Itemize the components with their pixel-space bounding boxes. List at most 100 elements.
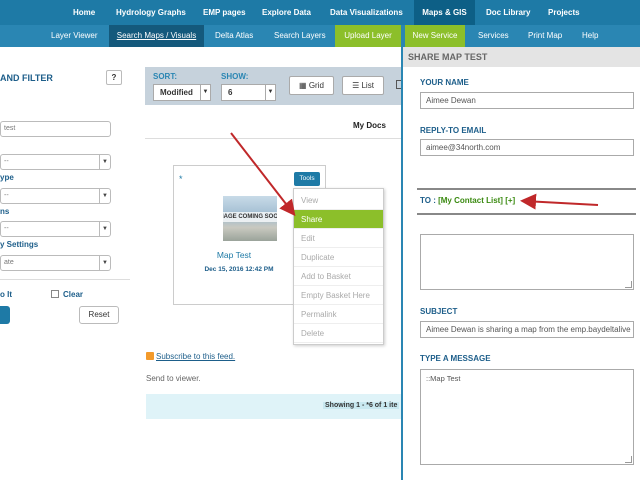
list-view-button[interactable]: ☰ List bbox=[342, 76, 384, 95]
sub-nav-delta-atlas[interactable]: Delta Atlas bbox=[215, 25, 253, 47]
reply-to-email-field[interactable]: aimee@34north.com bbox=[420, 139, 634, 156]
your-name-field[interactable]: Aimee Dewan bbox=[420, 92, 634, 109]
filter-label-ns: ns bbox=[0, 207, 10, 216]
top-nav-data-visualizations[interactable]: Data Visualizations bbox=[330, 0, 403, 25]
to-section-bottom-rule bbox=[417, 213, 636, 215]
show-select-value: 6 bbox=[228, 88, 233, 97]
sort-select[interactable]: Modified ▼ bbox=[153, 84, 211, 101]
filter-select-4[interactable]: ate ▼ bbox=[0, 255, 111, 271]
show-select[interactable]: 6 ▼ bbox=[221, 84, 276, 101]
showing-count: Showing 1 - *6 of 1 ite bbox=[323, 402, 400, 409]
sort-select-value: Modified bbox=[160, 88, 193, 97]
grid-icon: ▦ bbox=[299, 81, 307, 90]
filter-title: AND FILTER bbox=[0, 73, 53, 83]
filter-to-it-label: o It bbox=[0, 290, 12, 299]
filter-select-2[interactable]: -- ▼ bbox=[0, 188, 111, 204]
sub-nav-services[interactable]: Services bbox=[478, 25, 509, 47]
recipients-textarea[interactable] bbox=[420, 234, 634, 290]
menu-item-share[interactable]: Share bbox=[294, 210, 383, 229]
my-docs-tab[interactable]: My Docs bbox=[353, 121, 386, 130]
chevron-down-icon: ▼ bbox=[200, 85, 210, 100]
filter-panel: AND FILTER ? test -- ▼ ype -- ▼ ns -- ▼ … bbox=[0, 47, 130, 480]
map-title-link[interactable]: Map Test bbox=[174, 250, 294, 260]
search-input[interactable]: test bbox=[0, 121, 111, 137]
menu-item-duplicate[interactable]: Duplicate bbox=[294, 248, 383, 267]
clear-checkbox[interactable] bbox=[51, 290, 59, 298]
menu-item-empty-basket[interactable]: Empty Basket Here bbox=[294, 286, 383, 305]
list-icon: ☰ bbox=[352, 81, 360, 90]
results-toolbar: SORT: Modified ▼ SHOW: 6 ▼ ▦ Grid ☰ List bbox=[145, 67, 402, 105]
top-nav-hydrology-graphs[interactable]: Hydrology Graphs bbox=[116, 0, 186, 25]
filter-select-2-value: -- bbox=[4, 192, 9, 199]
menu-item-add-to-basket[interactable]: Add to Basket bbox=[294, 267, 383, 286]
top-nav-explore-data[interactable]: Explore Data bbox=[262, 0, 311, 25]
sort-label: SORT: bbox=[153, 72, 177, 81]
grid-label: Grid bbox=[308, 81, 324, 90]
message-textarea[interactable]: ::Map Test bbox=[420, 369, 634, 465]
send-to-viewer-link[interactable]: Send to viewer. bbox=[146, 374, 201, 383]
sub-nav: Layer Viewer Search Maps / Visuals Delta… bbox=[0, 25, 640, 47]
to-section-top-rule bbox=[417, 188, 636, 190]
subscribe-label: Subscribe to this feed. bbox=[156, 352, 236, 361]
filter-select-3[interactable]: -- ▼ bbox=[0, 221, 111, 237]
thumbnail-placeholder-text: IMAGE COMING SOON bbox=[223, 212, 277, 222]
sub-nav-upload-layer[interactable]: Upload Layer bbox=[335, 25, 401, 47]
map-thumbnail[interactable]: IMAGE COMING SOON bbox=[223, 196, 277, 241]
menu-item-view[interactable]: View bbox=[294, 191, 383, 210]
clear-label[interactable]: Clear bbox=[63, 290, 83, 299]
help-button[interactable]: ? bbox=[106, 70, 122, 85]
menu-item-edit[interactable]: Edit bbox=[294, 229, 383, 248]
pagination-bar: Showing 1 - *6 of 1 ite bbox=[146, 394, 401, 419]
tools-button[interactable]: Tools bbox=[294, 172, 320, 186]
share-panel-title: SHARE MAP TEST bbox=[403, 47, 640, 67]
subject-label: SUBJECT bbox=[420, 307, 458, 316]
sub-nav-print-map[interactable]: Print Map bbox=[528, 25, 562, 47]
chevron-down-icon: ▼ bbox=[99, 222, 110, 236]
add-recipient-link[interactable]: [+] bbox=[505, 196, 515, 205]
chevron-down-icon: ▼ bbox=[265, 85, 275, 100]
sub-nav-help[interactable]: Help bbox=[582, 25, 598, 47]
top-nav-maps-gis[interactable]: Maps & GIS bbox=[414, 0, 475, 25]
star-icon[interactable]: * bbox=[179, 174, 183, 184]
filter-select-3-value: -- bbox=[4, 225, 9, 232]
filter-select-4-value: ate bbox=[4, 259, 14, 266]
message-label: TYPE A MESSAGE bbox=[420, 354, 491, 363]
your-name-label: YOUR NAME bbox=[420, 78, 469, 87]
filter-select-1[interactable]: -- ▼ bbox=[0, 154, 111, 170]
filter-label-type: ype bbox=[0, 173, 14, 182]
message-value: ::Map Test bbox=[426, 374, 461, 383]
results-panel: SORT: Modified ▼ SHOW: 6 ▼ ▦ Grid ☰ List… bbox=[145, 67, 402, 480]
rss-icon bbox=[146, 352, 154, 360]
to-prefix: TO : bbox=[420, 196, 439, 205]
share-panel: SHARE MAP TEST YOUR NAME Aimee Dewan REP… bbox=[403, 47, 640, 480]
resize-grip-icon[interactable] bbox=[625, 456, 632, 463]
chevron-down-icon: ▼ bbox=[99, 256, 110, 270]
resize-grip-icon[interactable] bbox=[625, 281, 632, 288]
top-nav-projects[interactable]: Projects bbox=[548, 0, 580, 25]
sub-nav-search-layers[interactable]: Search Layers bbox=[274, 25, 326, 47]
top-nav-doc-library[interactable]: Doc Library bbox=[486, 0, 530, 25]
sub-nav-layer-viewer[interactable]: Layer Viewer bbox=[51, 25, 98, 47]
chevron-down-icon: ▼ bbox=[99, 155, 110, 169]
menu-item-permalink[interactable]: Permalink bbox=[294, 305, 383, 324]
map-date: Dec 15, 2016 12:42 PM bbox=[204, 266, 274, 273]
my-contact-list-link[interactable]: [My Contact List] bbox=[438, 196, 503, 205]
to-recipients-line: TO : [My Contact List] [+] bbox=[420, 196, 515, 205]
tools-menu: View Share Edit Duplicate Add to Basket … bbox=[293, 188, 384, 345]
filter-select-1-value: -- bbox=[4, 158, 9, 165]
chevron-down-icon: ▼ bbox=[99, 189, 110, 203]
reset-button[interactable]: Reset bbox=[79, 306, 119, 324]
subscribe-link[interactable]: Subscribe to this feed. bbox=[146, 352, 235, 361]
top-nav-home[interactable]: Home bbox=[73, 0, 95, 25]
show-label: SHOW: bbox=[221, 72, 249, 81]
apply-filter-button[interactable] bbox=[0, 306, 10, 324]
sub-nav-new-service[interactable]: New Service bbox=[405, 25, 465, 47]
grid-view-button[interactable]: ▦ Grid bbox=[289, 76, 334, 95]
sub-nav-search-maps[interactable]: Search Maps / Visuals bbox=[109, 25, 204, 47]
top-nav-emp-pages[interactable]: EMP pages bbox=[203, 0, 246, 25]
filter-divider bbox=[0, 279, 130, 280]
top-nav: Home Hydrology Graphs EMP pages Explore … bbox=[0, 0, 640, 25]
subject-field[interactable]: Aimee Dewan is sharing a map from the em… bbox=[420, 321, 634, 338]
menu-item-delete[interactable]: Delete bbox=[294, 324, 383, 343]
filter-label-settings: y Settings bbox=[0, 240, 39, 249]
